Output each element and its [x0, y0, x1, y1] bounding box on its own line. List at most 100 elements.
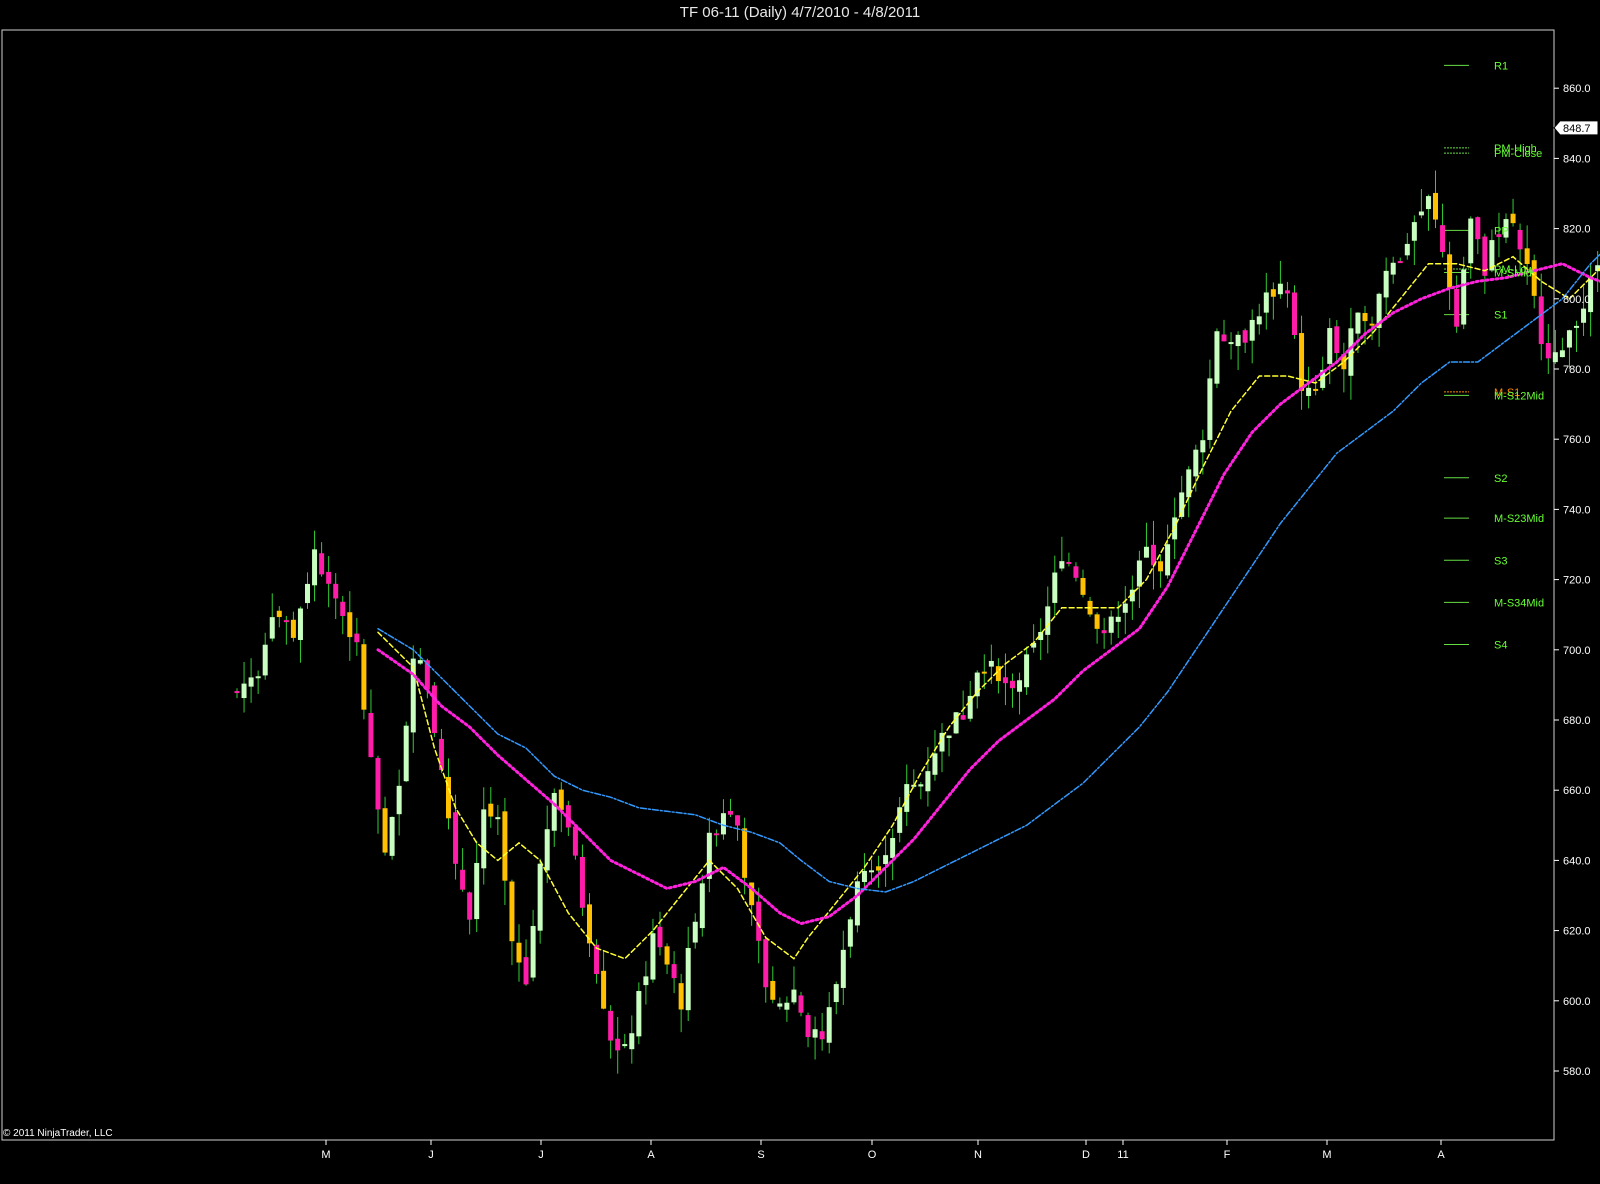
- candle: [1510, 198, 1516, 227]
- x-tick-label: D: [1082, 1149, 1090, 1161]
- candle: [1397, 257, 1403, 264]
- price-chart[interactable]: R1PM-HighPM-ClosePPPM-LowM-SMidS1M-S1M-S…: [0, 0, 1600, 1184]
- candle: [326, 555, 332, 608]
- candle: [1284, 281, 1290, 308]
- candle: [636, 982, 642, 1045]
- candle: [728, 798, 733, 817]
- candle: [474, 840, 480, 933]
- candle: [1242, 328, 1248, 353]
- candle: [1292, 285, 1297, 339]
- candle: [1559, 337, 1565, 358]
- candle: [361, 638, 367, 720]
- candle: [1228, 332, 1234, 360]
- candle: [1404, 233, 1410, 260]
- candle: [1045, 586, 1051, 654]
- candle: [1059, 536, 1065, 572]
- candle: [706, 817, 712, 893]
- candle: [530, 909, 536, 982]
- candle: [643, 961, 649, 1005]
- candle: [685, 926, 691, 1022]
- candle: [375, 755, 381, 834]
- candle: [784, 996, 790, 1022]
- candle: [1531, 254, 1537, 309]
- candle: [558, 782, 564, 833]
- candle: [389, 816, 395, 860]
- candle: [615, 1016, 621, 1074]
- candle: [1383, 257, 1389, 315]
- candle: [1101, 617, 1107, 649]
- candle: [1447, 241, 1453, 310]
- candle: [1256, 303, 1262, 335]
- candle: [297, 606, 303, 663]
- candle: [551, 788, 557, 847]
- candle: [946, 735, 952, 757]
- candle: [1031, 624, 1037, 653]
- candle: [333, 573, 339, 620]
- level-label: S3: [1494, 555, 1507, 567]
- candle: [777, 997, 783, 1010]
- candle: [1094, 612, 1100, 644]
- x-tick-label: N: [974, 1149, 982, 1161]
- candle: [720, 799, 726, 840]
- candle: [290, 611, 296, 642]
- y-tick-label: 700.0: [1563, 645, 1591, 657]
- candle: [657, 911, 663, 956]
- candle: [833, 981, 839, 1015]
- y-tick-label: 780.0: [1563, 364, 1591, 376]
- candle: [763, 937, 769, 1003]
- candle: [791, 966, 797, 1005]
- candle: [883, 835, 889, 887]
- candle: [608, 1005, 614, 1059]
- x-tick-label: S: [757, 1149, 764, 1161]
- y-tick-label: 760.0: [1563, 434, 1591, 446]
- candle: [368, 689, 374, 758]
- x-tick-label: M: [321, 1149, 330, 1161]
- candle: [1010, 673, 1015, 708]
- candle: [601, 949, 607, 1010]
- candle: [932, 730, 938, 781]
- y-tick-label: 740.0: [1563, 504, 1591, 516]
- candle: [819, 1013, 825, 1051]
- candle: [1270, 282, 1276, 320]
- candle: [1073, 562, 1079, 582]
- candle: [1574, 320, 1579, 352]
- candle: [509, 879, 515, 966]
- x-tick-label: M: [1322, 1149, 1331, 1161]
- y-tick-label: 600.0: [1563, 996, 1591, 1008]
- candle: [1235, 331, 1241, 370]
- candle: [410, 645, 416, 753]
- candle: [347, 591, 353, 661]
- candle: [847, 916, 853, 958]
- last-price-label: 848.7: [1563, 123, 1591, 135]
- candle: [692, 913, 698, 949]
- candle: [629, 1015, 635, 1064]
- candle: [1214, 328, 1220, 389]
- candle: [918, 782, 924, 800]
- level-label: PP: [1494, 225, 1509, 237]
- y-tick-label: 660.0: [1563, 785, 1591, 797]
- plot-area: [1, 29, 1555, 1141]
- candle: [537, 858, 543, 944]
- y-tick-label: 860.0: [1563, 83, 1591, 95]
- candle: [897, 797, 903, 843]
- y-tick-label: 580.0: [1563, 1066, 1591, 1078]
- y-tick-label: 820.0: [1563, 224, 1591, 236]
- level-label: R1: [1494, 60, 1508, 72]
- candle: [826, 992, 832, 1054]
- x-tick-label: J: [428, 1149, 434, 1161]
- candle: [234, 688, 240, 699]
- candle: [1136, 550, 1142, 609]
- candle: [1263, 272, 1269, 330]
- candle: [431, 682, 437, 738]
- candle: [572, 824, 578, 860]
- candle: [1129, 575, 1135, 620]
- x-tick-label: 11: [1117, 1149, 1128, 1161]
- candle: [255, 670, 261, 694]
- x-tick-label: F: [1224, 1149, 1231, 1161]
- candle: [354, 617, 360, 656]
- candle: [798, 991, 804, 1017]
- candle: [305, 572, 310, 609]
- candle: [579, 844, 585, 916]
- candle: [403, 721, 409, 783]
- y-tick-label: 800.0: [1563, 294, 1591, 306]
